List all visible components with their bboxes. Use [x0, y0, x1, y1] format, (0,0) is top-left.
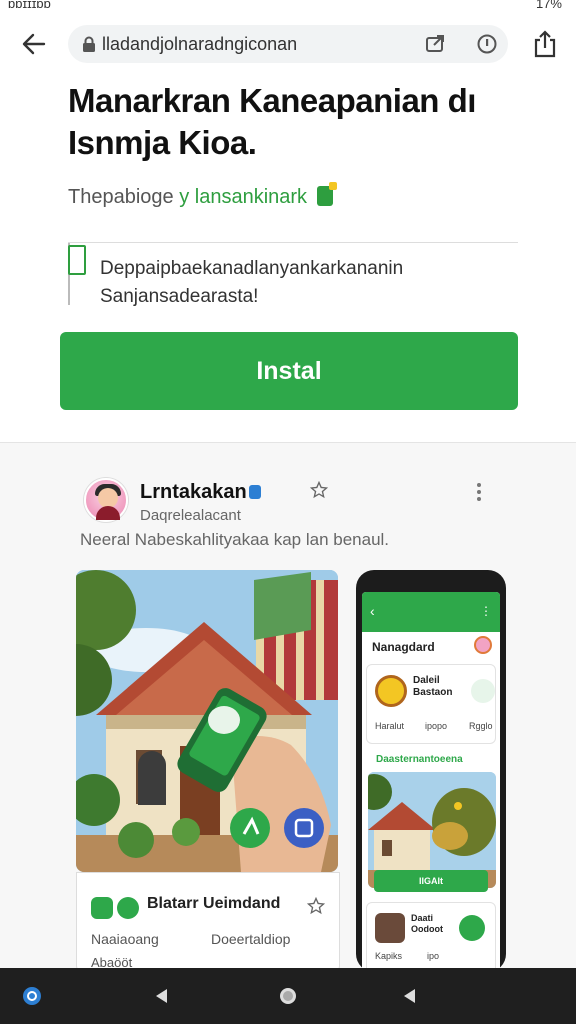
phone-app-header: ‹ ⋮ [362, 592, 500, 632]
post-photo[interactable] [76, 570, 338, 872]
more-vertical-icon[interactable]: ⋮ [480, 604, 492, 618]
avatar-body [96, 506, 120, 520]
phone-card-2-meta-b: ipo [427, 951, 440, 961]
house-illustration [76, 570, 338, 872]
avatar[interactable] [84, 478, 128, 522]
phone-card-2-name-line-1: Daati [411, 913, 434, 923]
page-title: Manarkran Kaneapanian dı Isnmja Kioa. [68, 82, 476, 161]
phone-card-1-meta-b: ipopo [425, 721, 448, 731]
notice-box: Deppaipbaekanadlanyankarkananin Sanjansa… [68, 242, 518, 307]
phone-card-2[interactable]: Daati Oodoot Kapiks ipo [366, 902, 496, 972]
address-bar[interactable]: lladandjolnaradngiconan [68, 25, 508, 63]
avatar[interactable] [474, 636, 492, 654]
status-bar: ɒɒɪɪɪɒɒ 17% [0, 0, 576, 14]
recent-triangle-icon[interactable] [400, 986, 420, 1006]
app-logo-icon [91, 897, 113, 919]
arrow-left-icon[interactable] [20, 30, 48, 58]
app-card-meta-left: Naaiaoang [91, 931, 159, 947]
back-triangle-icon[interactable] [152, 986, 172, 1006]
phone-card-1-name: Daleil Bastaon [413, 675, 452, 699]
verified-icon [248, 485, 261, 499]
home-circle-icon[interactable] [278, 986, 298, 1006]
post-author[interactable]: Lrntakakan [140, 481, 261, 504]
browser-toolbar: lladandjolnaradngiconan [0, 18, 576, 70]
share-icon[interactable] [532, 30, 558, 58]
phone-mockup: ‹ ⋮ Nanagdard Daleil Bastaon Haralut ipo… [356, 570, 506, 972]
browser-app-icon[interactable] [22, 986, 42, 1006]
checkbox-icon[interactable] [68, 245, 86, 275]
whatsapp-icon [117, 897, 139, 919]
app-icon [375, 675, 407, 707]
notice-text: Deppaipbaekanadlanyankarkananin Sanjansa… [100, 255, 403, 311]
phone-card-1-meta-a: Haralut [375, 721, 405, 731]
app-card-meta-right: Doeertaldiop [211, 931, 291, 947]
post-caption: Neeral Nabeskahlityakaa kap lan benaul. [80, 530, 390, 549]
app-icon [375, 913, 405, 943]
lock-icon [83, 36, 95, 52]
phone-screen: ‹ ⋮ Nanagdard Daleil Bastaon Haralut ipo… [362, 592, 500, 972]
phone-install-button[interactable]: IIGAIt [374, 870, 488, 892]
more-vertical-icon[interactable] [474, 482, 484, 502]
external-tab-icon[interactable] [424, 33, 446, 55]
badge-icon [471, 679, 495, 703]
notice-line-2: Sanjansadearasta! [100, 286, 259, 307]
phone-card-1-meta-c: Rgglo [469, 721, 493, 731]
app-badge-icon [316, 182, 337, 206]
phone-header-title: Nanagdard [372, 640, 435, 654]
phone-section-label: Daasternantoeena [376, 754, 463, 765]
subtitle-gray: Thepabioge [68, 186, 174, 208]
arrow-left-icon[interactable]: ‹ [370, 603, 375, 619]
phone-card-1-name-line-1: Daleil [413, 675, 440, 686]
notice-line-1: Deppaipbaekanadlanyankarkananin [100, 258, 404, 279]
app-card[interactable]: Blatarr Ueimdand Naaiaoang Doeertaldiop … [76, 872, 340, 972]
install-button[interactable]: Instal [60, 332, 518, 410]
subtitle-link[interactable]: y lansankinark [179, 186, 307, 208]
app-card-title: Blatarr Ueimdand [147, 895, 281, 912]
phone-card-2-name: Daati Oodoot [411, 913, 443, 935]
phone-card-1[interactable]: Daleil Bastaon Haralut ipopo Rgglo [366, 664, 496, 744]
download-icon[interactable] [459, 915, 485, 941]
post-author-name: Lrntakakan [140, 481, 247, 503]
system-nav-bar [0, 968, 576, 1024]
battery-level: 17% [535, 0, 562, 11]
status-left-text: ɒɒɪɪɪɒɒ [8, 0, 51, 11]
star-icon[interactable] [307, 897, 325, 915]
subtitle: Thepabioge y lansankinark [68, 182, 337, 209]
info-icon[interactable] [476, 33, 498, 55]
phone-card-1-name-line-2: Bastaon [413, 687, 453, 698]
phone-card-2-name-line-2: Oodoot [411, 924, 443, 934]
phone-card-2-meta-a: Kapiks [375, 951, 403, 961]
avatar-face [98, 488, 118, 508]
url-text: lladandjolnaradngiconan [102, 34, 298, 54]
star-icon[interactable] [310, 481, 328, 499]
post-handle: Daqrelealacant [140, 507, 241, 524]
